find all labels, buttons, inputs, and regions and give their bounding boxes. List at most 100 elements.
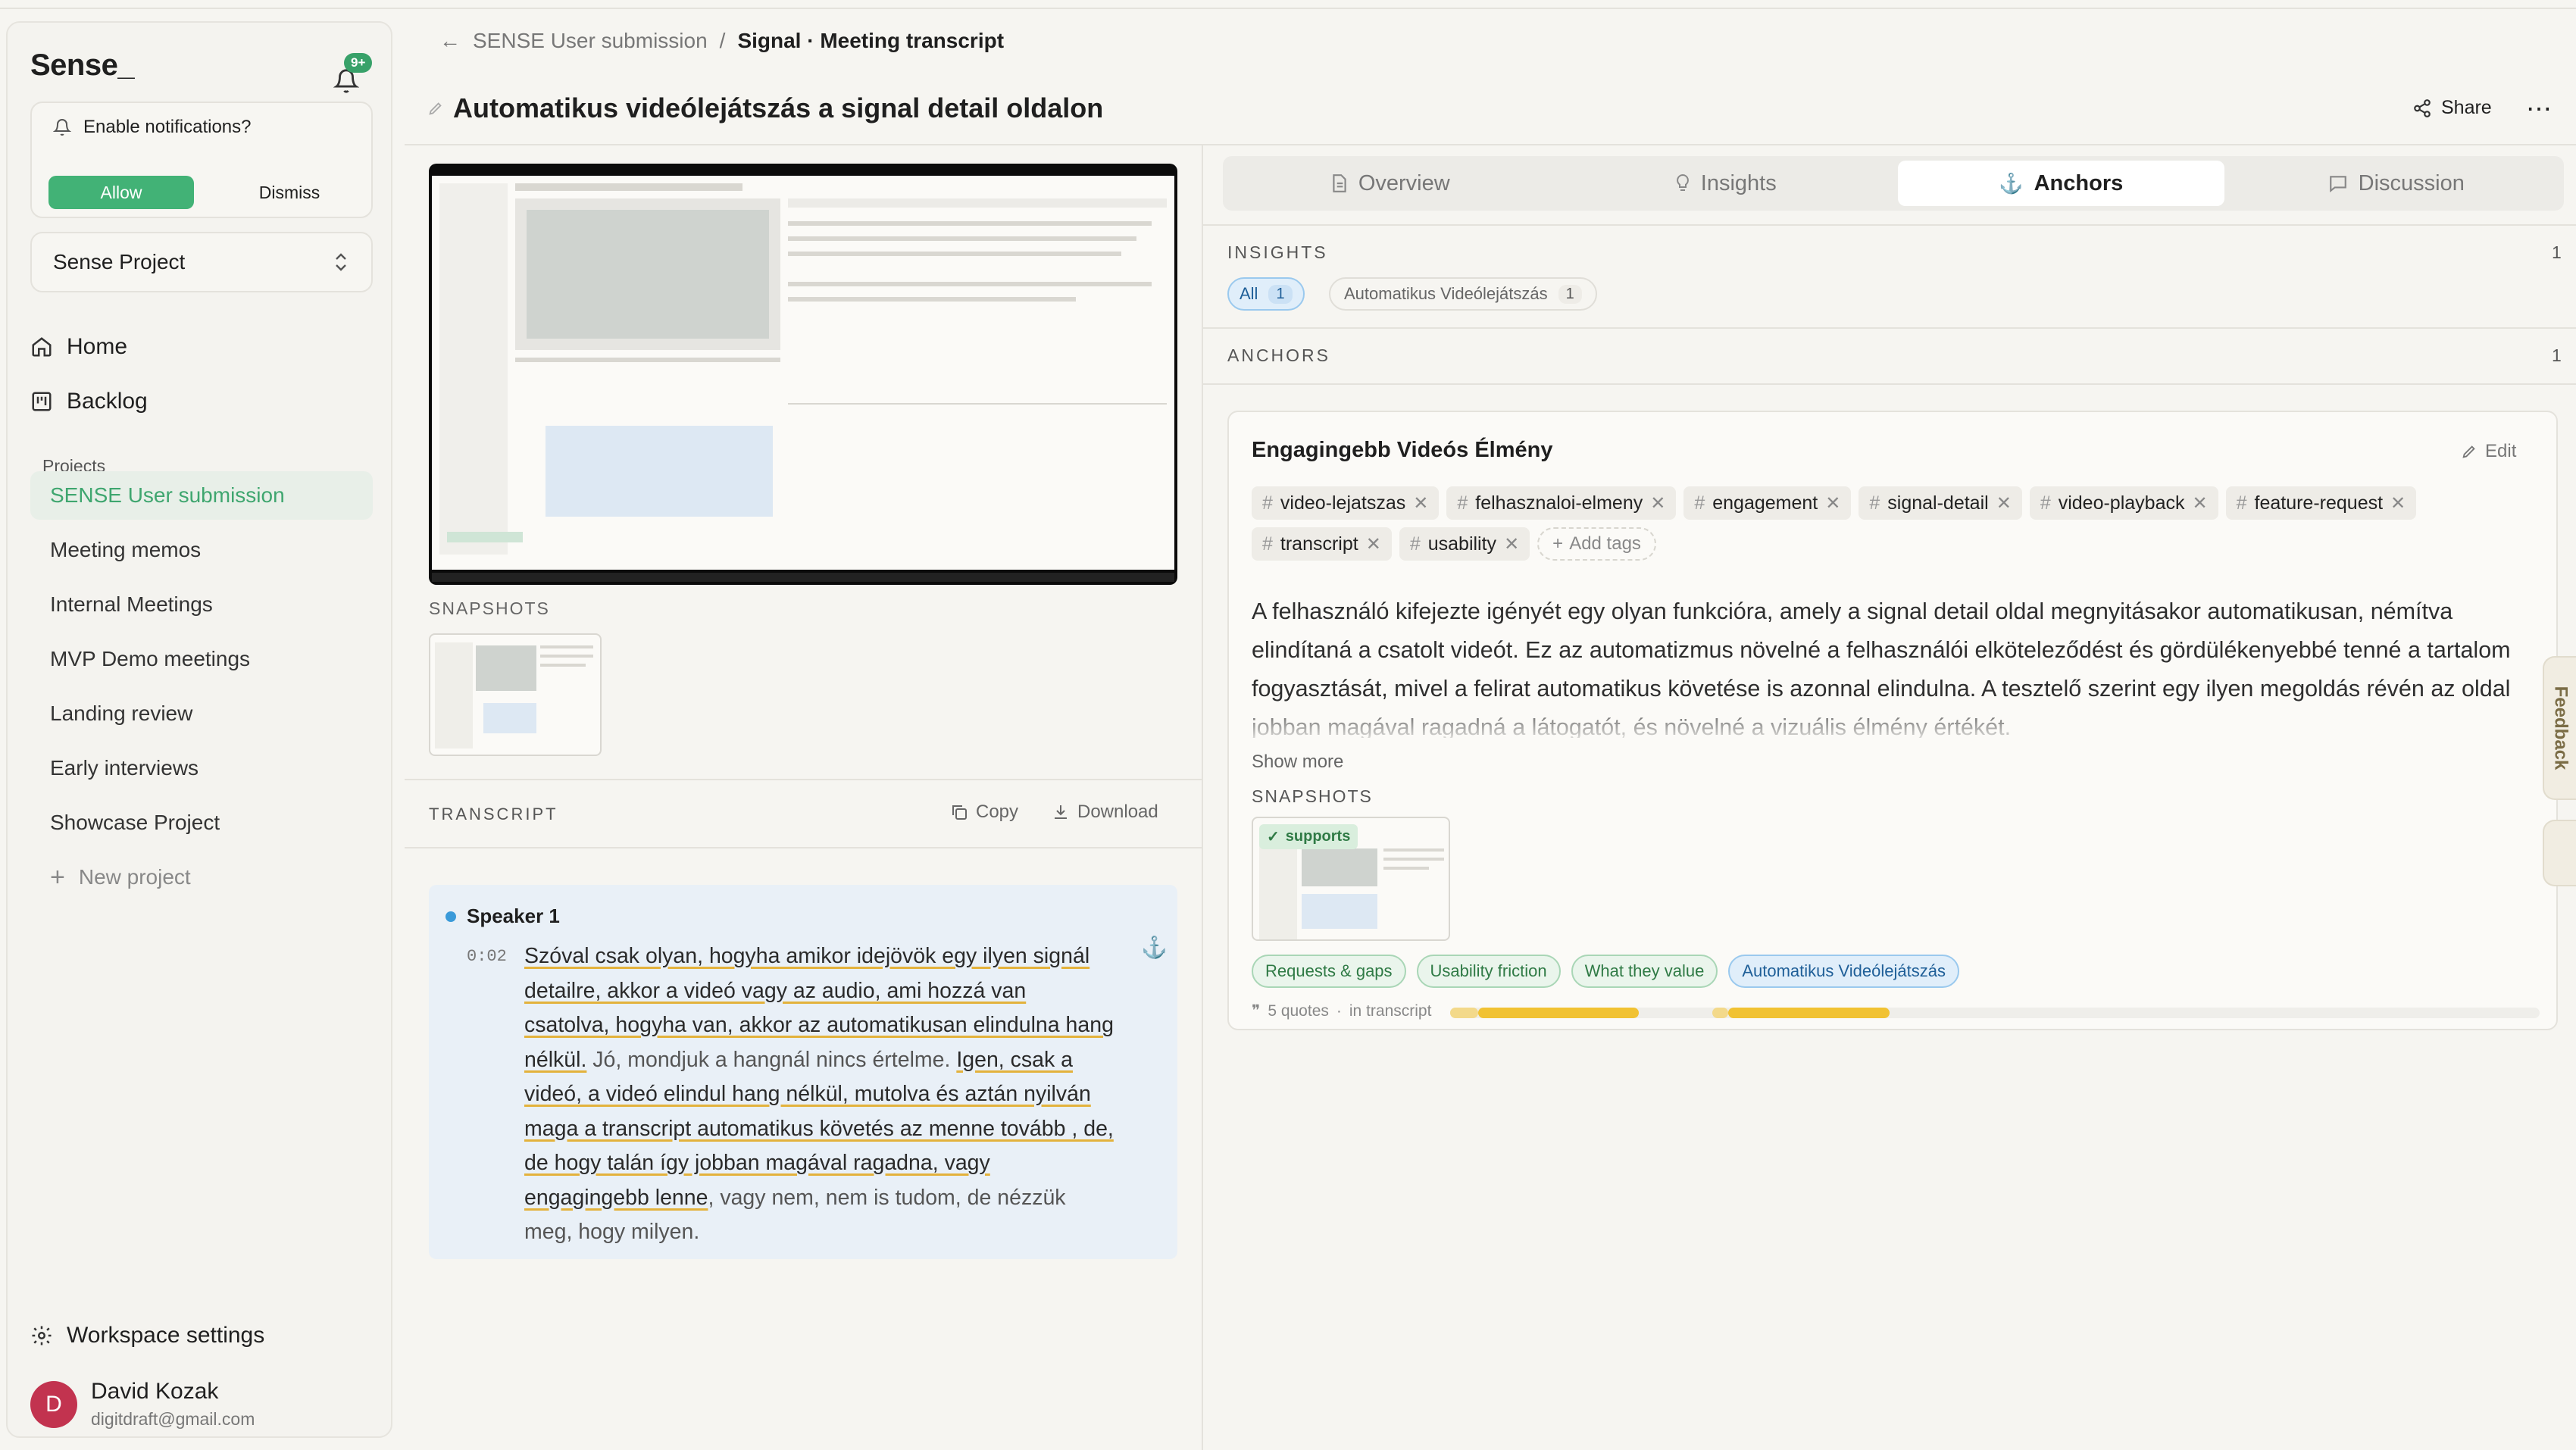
anchor-snapshots-label: SNAPSHOTS: [1252, 786, 1373, 806]
media-transcript-panel: SNAPSHOTS TRANSCRIPT Copy Download Speak…: [405, 145, 1203, 1450]
project-item[interactable]: SENSE User submission: [30, 471, 373, 520]
remove-tag-icon[interactable]: ✕: [1366, 533, 1381, 555]
anchor-title: Engagingebb Videós Élmény: [1252, 438, 1553, 462]
quote-coverage-segment[interactable]: [1728, 1008, 1890, 1018]
remove-tag-icon[interactable]: ✕: [2390, 492, 2406, 514]
video-player[interactable]: [429, 164, 1177, 585]
speaker-label: Speaker 1: [445, 905, 560, 928]
breadcrumb-parent[interactable]: SENSE User submission: [473, 29, 708, 53]
remove-tag-icon[interactable]: ✕: [1413, 492, 1428, 514]
category-chip[interactable]: Requests & gaps: [1252, 955, 1406, 988]
brand-logo[interactable]: Sense_: [30, 48, 135, 83]
tag-chip[interactable]: # feature-request ✕: [2225, 486, 2417, 520]
remove-tag-icon[interactable]: ✕: [2192, 492, 2207, 514]
transcript-segment[interactable]: Speaker 1 0:02 ⚓ Szóval csak olyan, hogy…: [429, 885, 1177, 1259]
detail-panel: Overview Insights ⚓ Anchors Discussion I…: [1203, 145, 2576, 1450]
quotes-summary: ❞ 5 quotes · in transcript: [1252, 1002, 1432, 1020]
quotes-location: in transcript: [1349, 1002, 1432, 1020]
tag-label: feature-request: [2254, 492, 2384, 514]
tag-chip[interactable]: # transcript ✕: [1252, 527, 1392, 561]
remove-tag-icon[interactable]: ✕: [1650, 492, 1665, 514]
snapshot-thumbnail[interactable]: [429, 633, 602, 756]
share-button[interactable]: Share: [2412, 97, 2492, 119]
quote-coverage-segment[interactable]: [1477, 1008, 1640, 1018]
nav-home-label: Home: [67, 334, 128, 359]
tab-insights[interactable]: Insights: [1563, 161, 1890, 206]
project-selector[interactable]: Sense Project: [30, 232, 373, 292]
tag-chip[interactable]: # usability ✕: [1399, 527, 1530, 561]
project-item[interactable]: Landing review: [30, 689, 373, 738]
notification-count-badge: 9+: [344, 53, 373, 73]
add-tags-button[interactable]: + Add tags: [1537, 527, 1656, 561]
tag-chip[interactable]: # felhasznaloi-elmeny ✕: [1446, 486, 1677, 520]
remove-tag-icon[interactable]: ✕: [1504, 533, 1519, 555]
insight-chip[interactable]: Automatikus Videólejátszás: [1728, 955, 1959, 988]
remove-tag-icon[interactable]: ✕: [1996, 492, 2012, 514]
show-more-button[interactable]: Show more: [1252, 752, 1343, 773]
anchor-icon: ⚓: [1999, 171, 2024, 195]
avatar: D: [30, 1380, 77, 1428]
video-progress-bar[interactable]: [432, 573, 1174, 582]
category-chip[interactable]: Usability friction: [1416, 955, 1561, 988]
workspace-settings-link[interactable]: Workspace settings: [30, 1323, 264, 1348]
tag-chip[interactable]: # video-lejatszas ✕: [1252, 486, 1440, 520]
category-chip[interactable]: What they value: [1571, 955, 1718, 988]
pencil-icon[interactable]: [427, 100, 444, 117]
remove-tag-icon[interactable]: ✕: [1825, 492, 1840, 514]
quote-coverage-segment[interactable]: [1712, 1008, 1729, 1018]
tag-chip[interactable]: # signal-detail ✕: [1859, 486, 2022, 520]
project-item[interactable]: Early interviews: [30, 744, 373, 792]
hash-icon: #: [1457, 492, 1468, 514]
insight-filter-chip[interactable]: Automatikus Videólejátszás 1: [1329, 277, 1597, 311]
tag-chip[interactable]: # video-playback ✕: [2029, 486, 2218, 520]
project-item[interactable]: MVP Demo meetings: [30, 635, 373, 683]
video-frame: [432, 176, 1174, 570]
anchor-icon[interactable]: ⚓: [1141, 935, 1168, 960]
nav-home[interactable]: Home: [30, 324, 127, 370]
copy-transcript-button[interactable]: Copy: [950, 802, 1018, 823]
tag-chip[interactable]: # engagement ✕: [1683, 486, 1852, 520]
more-options-icon[interactable]: ⋯: [2526, 94, 2552, 124]
snapshots-label: SNAPSHOTS: [429, 598, 550, 618]
hash-icon: #: [1409, 533, 1421, 555]
nav-backlog[interactable]: Backlog: [30, 379, 148, 424]
hash-icon: #: [2040, 492, 2051, 514]
project-item[interactable]: Internal Meetings: [30, 580, 373, 629]
new-project-button[interactable]: + New project: [30, 853, 373, 902]
insight-filter-all[interactable]: All 1: [1227, 277, 1305, 311]
page-title-text[interactable]: Automatikus videólejátszás a signal deta…: [453, 92, 1103, 124]
tag-label: usability: [1427, 533, 1497, 555]
segment-timestamp[interactable]: 0:02: [467, 947, 507, 966]
feedback-tab[interactable]: Feedback: [2543, 656, 2576, 800]
download-transcript-button[interactable]: Download: [1052, 802, 1158, 823]
quotes-count: 5 quotes: [1268, 1002, 1329, 1020]
quote-coverage-bar[interactable]: [1450, 1008, 2540, 1018]
plus-icon: +: [50, 862, 65, 892]
tab-anchors[interactable]: ⚓ Anchors: [1898, 161, 2224, 206]
section-divider: [405, 779, 1203, 780]
camera-icon[interactable]: [2543, 820, 2576, 886]
transcript-plain-text: Jó, mondjuk a hangnál nincs értelme.: [586, 1047, 957, 1072]
arrow-left-icon[interactable]: ←: [439, 29, 461, 53]
allow-notifications-button[interactable]: Allow: [48, 176, 194, 209]
dismiss-notifications-button[interactable]: Dismiss: [217, 176, 362, 209]
edit-anchor-button[interactable]: Edit: [2461, 441, 2516, 462]
tab-discussion[interactable]: Discussion: [2234, 161, 2560, 206]
category-list: Requests & gaps Usability friction What …: [1252, 955, 1959, 988]
anchor-card[interactable]: Engagingebb Videós Élmény Edit # video-le…: [1227, 411, 2558, 1030]
anchor-snapshot-thumbnail[interactable]: ✓ supports: [1252, 817, 1450, 941]
transcript-text: Szóval csak olyan, hogyha amikor idejövö…: [524, 939, 1115, 1250]
insight-filter-all-label: All: [1240, 284, 1258, 303]
insights-section-label: INSIGHTS: [1227, 242, 1328, 262]
document-icon: [1333, 174, 1346, 192]
quote-coverage-segment[interactable]: [1450, 1008, 1478, 1018]
tag-label: engagement: [1712, 492, 1818, 514]
project-item[interactable]: Showcase Project: [30, 798, 373, 847]
section-divider: [405, 847, 1203, 848]
tab-anchors-label: Anchors: [2034, 170, 2124, 195]
tab-overview[interactable]: Overview: [1227, 161, 1554, 206]
insights-count: 1: [2552, 242, 2562, 262]
project-item[interactable]: Meeting memos: [30, 526, 373, 574]
hash-icon: #: [1262, 492, 1273, 514]
user-profile[interactable]: D David Kozak digitdraft@gmail.com: [30, 1379, 255, 1430]
